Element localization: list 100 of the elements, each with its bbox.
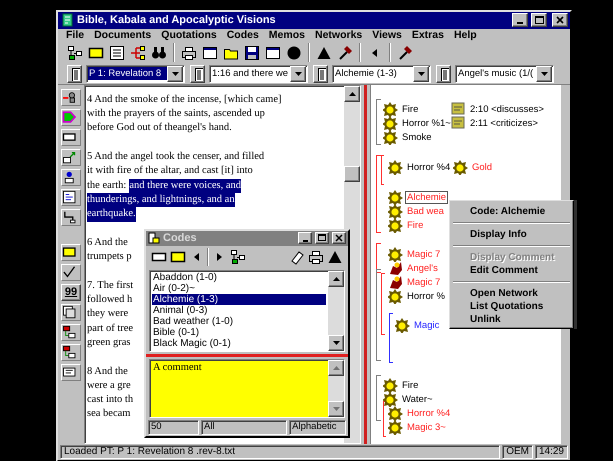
menu-item[interactable]: List Quotations (452, 300, 571, 313)
flower-icon[interactable] (388, 288, 403, 304)
minimize-button[interactable] (512, 13, 528, 28)
node-label[interactable]: Magic 7 (405, 248, 442, 261)
menu-item[interactable]: Extras (406, 29, 449, 42)
memo-icon[interactable] (61, 364, 81, 381)
figure-icon[interactable] (388, 260, 403, 276)
menu-item[interactable]: Code: Alchemie (452, 204, 571, 218)
flower-icon[interactable] (383, 377, 398, 394)
document-button[interactable] (313, 64, 328, 83)
flower-icon[interactable] (383, 101, 398, 118)
node-label[interactable]: Horror %4 (405, 406, 452, 420)
triangle-icon[interactable] (327, 248, 343, 265)
network-icon[interactable] (67, 44, 83, 61)
menu-item[interactable]: Display Info (452, 228, 571, 241)
list-item[interactable]: Animal (0-3) (152, 304, 326, 316)
node-label[interactable]: Horror %4 (405, 160, 452, 174)
dropdown[interactable]: P 1: Revelation 8 (86, 64, 185, 83)
flower-icon[interactable] (388, 203, 403, 220)
document-button[interactable] (67, 64, 82, 83)
menu-item[interactable]: Quotations (156, 29, 222, 42)
flower-icon[interactable] (388, 246, 403, 262)
list-item[interactable]: Bible (0-1) (152, 326, 326, 338)
node-label[interactable]: 2:10 <discusses> (468, 102, 546, 116)
node-label[interactable]: 2:11 <criticizes> (468, 116, 540, 130)
dropdown-arrow-button[interactable] (167, 66, 183, 82)
flower-icon[interactable] (383, 391, 398, 408)
check-icon[interactable] (61, 264, 81, 281)
eraser-icon[interactable] (289, 248, 305, 265)
flower-icon[interactable] (388, 217, 403, 234)
dropdown[interactable]: 1:16 and there we (209, 64, 308, 83)
person-icon[interactable] (61, 168, 81, 186)
node-label[interactable]: Magic 3~ (405, 420, 448, 434)
menu-item[interactable]: Codes (222, 29, 264, 42)
maximize-button[interactable] (531, 13, 547, 28)
note-icon[interactable] (451, 101, 466, 118)
menu-item[interactable]: Open Network (452, 286, 571, 300)
dropdown[interactable]: Angel's music (1/( (455, 64, 554, 83)
rectangle-icon[interactable] (61, 128, 81, 146)
list-item[interactable]: Air (0-2)~ (152, 282, 326, 294)
flower-icon[interactable] (453, 159, 468, 176)
list-item[interactable]: Abaddon (1-0) (152, 272, 326, 283)
node-label[interactable]: Angel's (405, 262, 440, 275)
menu-item[interactable]: Help (448, 29, 482, 42)
printer-icon[interactable] (181, 44, 197, 61)
flower-icon[interactable] (388, 419, 403, 436)
document-button[interactable] (436, 64, 451, 83)
node-label[interactable]: Bad wea (405, 204, 446, 218)
dropdown-arrow-button[interactable] (413, 66, 429, 82)
window-icon[interactable] (265, 44, 281, 61)
connector-icon[interactable] (61, 208, 81, 226)
link-icon[interactable] (61, 344, 81, 361)
menu-item[interactable]: Memos (264, 29, 310, 42)
list-item[interactable]: Black Magic (0-1) (152, 338, 326, 349)
flower-icon[interactable] (388, 189, 403, 206)
list-item[interactable]: Alchemie (1-3) (152, 294, 326, 305)
menu-item[interactable]: Unlink (452, 312, 571, 326)
minimize-button[interactable] (298, 232, 312, 244)
hammer-icon[interactable] (397, 44, 413, 61)
scroll-down-button[interactable] (328, 400, 344, 417)
cards-icon[interactable] (61, 304, 81, 321)
node-label[interactable]: Horror %1~ (400, 116, 453, 130)
flower-icon[interactable] (388, 159, 403, 176)
list-item[interactable]: Bad weather (1-0) (152, 316, 326, 327)
node-label[interactable]: Magic 7 (405, 276, 442, 289)
flower-icon[interactable] (395, 317, 410, 334)
menu-item[interactable]: Documents (89, 29, 156, 42)
list-icon[interactable] (109, 44, 125, 61)
tag-icon[interactable] (61, 108, 81, 126)
node-label[interactable]: Magic (412, 318, 442, 332)
quote-button[interactable]: 99 (61, 284, 81, 301)
document-button[interactable] (190, 64, 205, 83)
node-label[interactable]: Water~ (400, 392, 435, 406)
save-icon[interactable] (244, 44, 260, 61)
dropdown-arrow-button[interactable] (290, 66, 306, 82)
menu-item[interactable]: Views (367, 29, 407, 42)
node-label[interactable]: Alchemie (405, 190, 448, 204)
scroll-up-button[interactable] (328, 270, 344, 287)
network-icon[interactable] (230, 248, 246, 265)
node-label[interactable]: Gold (470, 160, 494, 174)
menu-item[interactable]: File (61, 29, 90, 42)
dropdown-arrow-button[interactable] (536, 66, 552, 82)
note-icon[interactable] (451, 115, 466, 132)
code-icon[interactable] (61, 244, 81, 261)
scroll-up-button[interactable] (344, 86, 360, 102)
circle-icon[interactable] (286, 44, 302, 61)
scroll-down-button[interactable] (328, 334, 344, 351)
printer-icon[interactable] (308, 248, 324, 265)
close-button[interactable] (332, 232, 346, 244)
node-label[interactable]: Smoke (400, 130, 434, 144)
hammer-icon[interactable] (337, 44, 353, 61)
triangle-icon[interactable] (316, 44, 332, 61)
node-label[interactable]: Horror % (405, 290, 448, 303)
node-label[interactable]: Fire (400, 102, 420, 116)
window-icon[interactable] (202, 44, 218, 61)
binoculars-icon[interactable] (151, 44, 167, 61)
maximize-button[interactable] (315, 232, 329, 244)
scrollbar-thumb[interactable] (344, 166, 360, 182)
close-button[interactable] (552, 13, 568, 28)
node-label[interactable]: Fire (405, 218, 426, 232)
